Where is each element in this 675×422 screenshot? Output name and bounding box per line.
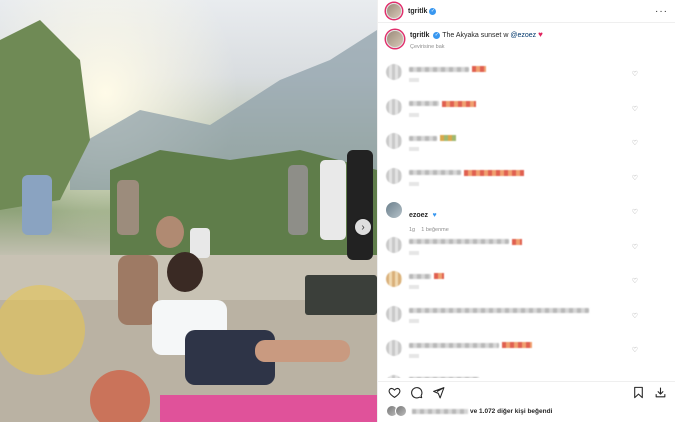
more-options-icon[interactable]: ··· — [655, 6, 668, 17]
comment-avatar[interactable] — [386, 98, 402, 115]
comment-meta-blurred — [409, 112, 419, 117]
caption-text: The Akyaka sunset w — [442, 32, 509, 39]
share-button[interactable] — [430, 385, 446, 401]
comment-item: ♡ — [378, 60, 675, 95]
comment-emoji-blurred — [440, 135, 456, 141]
comment-avatar[interactable] — [386, 271, 402, 287]
heart-icon[interactable]: ♡ — [632, 243, 638, 251]
comment-text-blurred — [409, 342, 499, 348]
liker-avatars — [386, 405, 407, 417]
heart-icon — [388, 387, 400, 399]
comment-avatar[interactable] — [386, 202, 402, 218]
likes-summary[interactable]: ve 1.072 diğer kişi beğendi — [386, 405, 552, 417]
carousel-next-icon[interactable]: › — [355, 219, 371, 235]
comment-item: ♡ — [378, 267, 675, 302]
like-button[interactable] — [386, 385, 402, 401]
post-actions-bar — [378, 381, 675, 403]
liker-name-blurred — [412, 408, 468, 414]
comment-item: ♡ — [378, 95, 675, 130]
comment-item: ♡ — [378, 336, 675, 371]
comment-meta-blurred — [409, 78, 419, 82]
comment-text-blurred — [409, 376, 479, 378]
comment-avatar[interactable] — [386, 64, 402, 80]
blue-heart-emoji-icon: ♥ — [432, 212, 437, 219]
verified-badge-icon: ✓ — [433, 31, 441, 39]
comment-text-blurred — [409, 135, 437, 141]
bookmark-icon — [633, 386, 643, 399]
comment-text-blurred — [409, 170, 461, 175]
comment-emoji-blurred — [434, 273, 444, 279]
comment-text-blurred — [409, 307, 589, 313]
comment-text-blurred — [409, 101, 439, 106]
post-photo[interactable]: › — [0, 0, 377, 422]
caption-avatar[interactable] — [386, 30, 404, 48]
heart-icon[interactable]: ♡ — [632, 312, 638, 320]
comment-emoji-blurred — [502, 342, 532, 348]
comment-avatar[interactable] — [386, 167, 402, 184]
comment-meta-blurred — [409, 181, 419, 186]
comment-item: ♡ — [378, 233, 675, 268]
post-detail-panel: tgritlk ✓ ··· tgritlk ✓ The Akyaka sunse… — [377, 0, 675, 422]
heart-icon[interactable]: ♡ — [632, 70, 638, 78]
comment-meta-blurred — [409, 285, 419, 289]
caption-mention[interactable]: @ezoez — [510, 32, 536, 39]
comment-icon — [410, 387, 422, 399]
comment-avatar[interactable] — [386, 305, 402, 322]
comment-item: ♡ — [378, 302, 675, 337]
comment-meta-blurred — [409, 250, 419, 255]
comment-item — [378, 371, 675, 378]
comments-list[interactable]: ♡ ♡ ♡ ♡ ezoez ♥ 1g 1 beğenme ♡ ♡ ♡ ♡ ♡ — [378, 60, 675, 378]
download-button[interactable] — [652, 385, 668, 401]
author-avatar[interactable] — [386, 3, 402, 19]
comment-emoji-blurred — [464, 169, 524, 176]
comment-emoji-blurred — [472, 66, 486, 72]
comment-text-blurred — [409, 239, 509, 244]
translate-link[interactable]: Çevirisine bak — [410, 43, 543, 52]
comment-username[interactable]: ezoez — [409, 212, 428, 219]
caption-username[interactable]: tgritlk — [410, 32, 429, 39]
red-heart-emoji-icon: ♥ — [538, 30, 543, 39]
comment-item: ezoez ♥ 1g 1 beğenme ♡ — [378, 198, 675, 233]
heart-icon[interactable]: ♡ — [632, 277, 638, 285]
comment-meta-blurred — [409, 147, 419, 151]
comment-item: ♡ — [378, 164, 675, 199]
verified-badge-icon: ✓ — [429, 7, 437, 15]
comment-emoji-blurred — [442, 100, 476, 107]
comment-meta-blurred — [409, 318, 419, 323]
heart-icon[interactable]: ♡ — [632, 174, 638, 182]
comment-emoji-blurred — [512, 238, 522, 245]
save-icon — [655, 387, 665, 398]
post-header: tgritlk ✓ ··· — [378, 0, 675, 23]
heart-icon[interactable]: ♡ — [632, 139, 638, 147]
likes-count-text: ve 1.072 diğer kişi beğendi — [470, 407, 553, 415]
heart-icon[interactable]: ♡ — [632, 346, 638, 354]
comment-text-blurred — [409, 273, 431, 279]
comment-item: ♡ — [378, 129, 675, 164]
comment-button[interactable] — [408, 385, 424, 401]
comment-avatar[interactable] — [386, 133, 402, 149]
heart-icon[interactable]: ♡ — [632, 208, 638, 216]
post-caption: tgritlk ✓ The Akyaka sunset w @ezoez ♥ Ç… — [378, 23, 675, 64]
comment-avatar[interactable] — [386, 340, 402, 356]
photo-scene — [0, 0, 377, 422]
comment-avatar[interactable] — [386, 374, 402, 378]
comment-text-blurred — [409, 66, 469, 72]
author-username[interactable]: tgritlk — [408, 8, 427, 15]
comment-avatar[interactable] — [386, 236, 402, 253]
comment-meta-blurred — [409, 354, 419, 358]
heart-icon[interactable]: ♡ — [632, 105, 638, 113]
share-icon — [432, 387, 444, 399]
bookmark-button[interactable] — [630, 385, 646, 401]
